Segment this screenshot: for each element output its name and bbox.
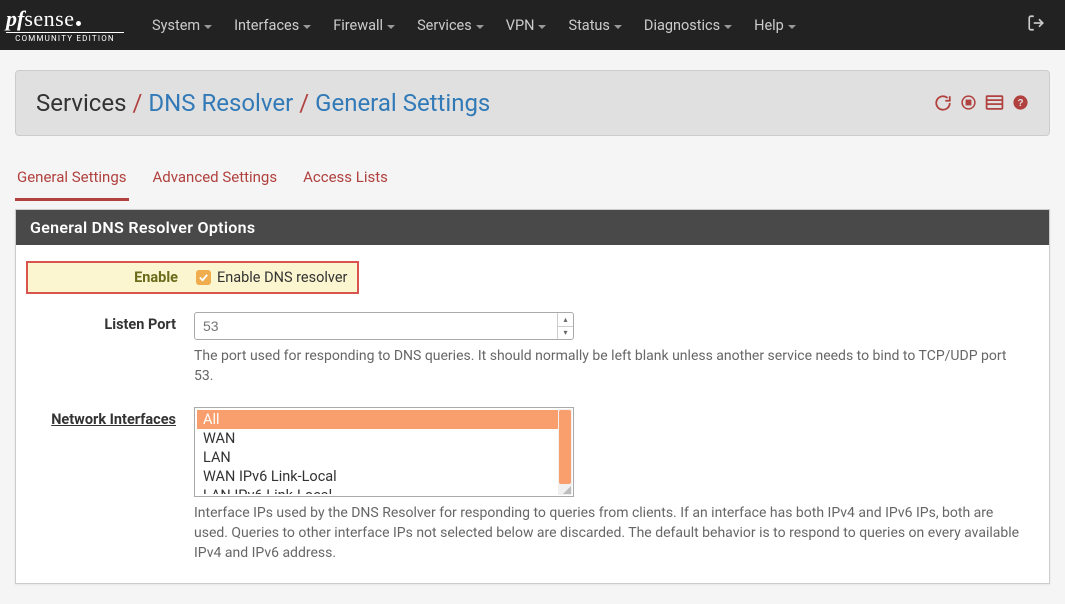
bc-sep: / xyxy=(299,89,309,117)
option-wan[interactable]: WAN xyxy=(197,429,571,448)
tab-access-lists[interactable]: Access Lists xyxy=(301,160,390,201)
logo-pf: pf xyxy=(6,8,24,30)
enable-text: Enable DNS resolver xyxy=(217,269,347,286)
logo-edition: COMMUNITY EDITION xyxy=(6,32,124,43)
nav-help[interactable]: Help xyxy=(744,2,806,49)
logo[interactable]: pf sense COMMUNITY EDITION xyxy=(0,0,142,50)
bc-dns-resolver[interactable]: DNS Resolver xyxy=(148,89,293,117)
panel-title: General DNS Resolver Options xyxy=(16,210,1049,245)
nav-system[interactable]: System xyxy=(142,2,222,49)
enable-highlight: Enable Enable DNS resolver xyxy=(26,261,359,294)
option-all[interactable]: All xyxy=(197,410,571,429)
caret-icon xyxy=(788,25,796,29)
bc-general-settings[interactable]: General Settings xyxy=(315,89,490,117)
caret-icon xyxy=(204,25,212,29)
logo-dot xyxy=(76,21,81,26)
scrollbar-thumb[interactable] xyxy=(559,410,571,484)
enable-label: Enable xyxy=(28,269,196,286)
listen-port-help: The port used for responding to DNS quer… xyxy=(194,346,1024,387)
listen-port-input[interactable] xyxy=(194,312,574,340)
tab-advanced-settings[interactable]: Advanced Settings xyxy=(151,160,280,201)
tab-general-settings[interactable]: General Settings xyxy=(15,160,129,201)
nav-interfaces[interactable]: Interfaces xyxy=(224,2,321,49)
caret-icon xyxy=(614,25,622,29)
nav-status[interactable]: Status xyxy=(558,2,631,49)
related-log-icon[interactable] xyxy=(985,94,1004,112)
logout-icon[interactable] xyxy=(1017,14,1055,36)
nav-vpn[interactable]: VPN xyxy=(496,2,557,49)
caret-icon xyxy=(303,25,311,29)
nav-firewall[interactable]: Firewall xyxy=(323,2,405,49)
enable-checkbox[interactable]: Enable DNS resolver xyxy=(196,269,347,286)
logo-sense: sense xyxy=(24,8,74,30)
network-interfaces-select[interactable]: All WAN LAN WAN IPv6 Link-Local LAN IPv6… xyxy=(194,407,574,497)
network-interfaces-help: Interface IPs used by the DNS Resolver f… xyxy=(194,503,1024,564)
number-spinner[interactable]: ▴▾ xyxy=(557,313,573,339)
caret-icon xyxy=(538,25,546,29)
bc-root[interactable]: Services xyxy=(36,89,126,117)
caret-icon xyxy=(476,25,484,29)
resize-grip-icon[interactable] xyxy=(561,484,571,494)
spinner-down-icon[interactable]: ▾ xyxy=(558,327,573,340)
breadcrumb: Services / DNS Resolver / General Settin… xyxy=(15,70,1050,136)
svg-text:?: ? xyxy=(1017,98,1023,109)
top-navbar: pf sense COMMUNITY EDITION System Interf… xyxy=(0,0,1065,50)
bc-sep: / xyxy=(132,89,142,117)
caret-icon xyxy=(387,25,395,29)
restart-service-icon[interactable] xyxy=(934,94,952,112)
listen-port-label: Listen Port xyxy=(32,312,194,333)
nav-services[interactable]: Services xyxy=(407,2,494,49)
help-icon[interactable]: ? xyxy=(1012,94,1029,112)
option-wan-ipv6[interactable]: WAN IPv6 Link-Local xyxy=(197,467,571,486)
panel-general-options: General DNS Resolver Options Enable Enab… xyxy=(15,209,1050,584)
option-lan-ipv6[interactable]: LAN IPv6 Link-Local xyxy=(197,486,571,494)
tabs: General Settings Advanced Settings Acces… xyxy=(15,160,1050,201)
spinner-up-icon[interactable]: ▴ xyxy=(558,313,573,327)
option-lan[interactable]: LAN xyxy=(197,448,571,467)
scrollbar[interactable] xyxy=(558,409,572,495)
nav-items: System Interfaces Firewall Services VPN … xyxy=(142,2,806,49)
network-interfaces-label: Network Interfaces xyxy=(32,407,194,428)
stop-service-icon[interactable] xyxy=(960,94,977,112)
checkbox-checked-icon xyxy=(196,270,211,285)
nav-diagnostics[interactable]: Diagnostics xyxy=(634,2,742,49)
caret-icon xyxy=(724,25,732,29)
